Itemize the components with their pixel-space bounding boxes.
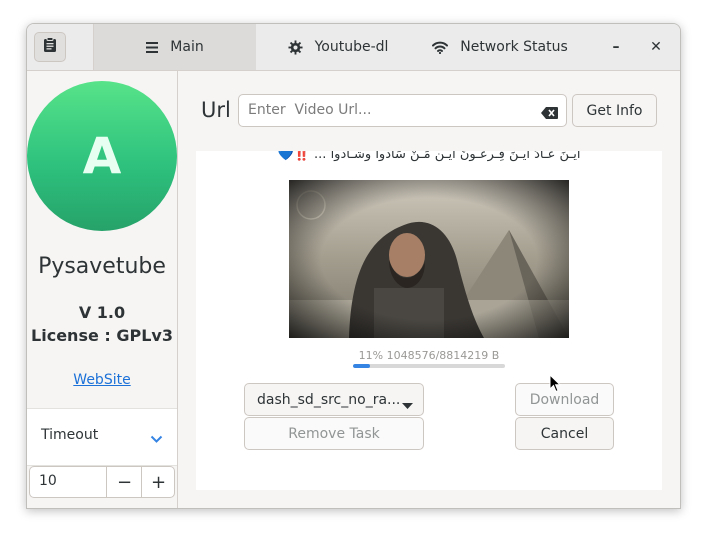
cancel-label: Cancel	[540, 425, 589, 442]
version-info: V 1.0 License : GPLv3	[27, 301, 177, 347]
video-thumbnail	[289, 180, 569, 338]
format-selected: dash_sd_src_no_ra...	[257, 391, 401, 408]
menu-icon	[146, 41, 159, 53]
get-info-button[interactable]: Get Info	[572, 94, 657, 127]
mouse-cursor-icon	[549, 373, 562, 397]
tab-youtube-dl[interactable]: Youtube-dl	[257, 24, 419, 70]
app-name: Pysavetube	[38, 254, 166, 279]
tab-label: Youtube-dl	[314, 39, 389, 55]
increment-button[interactable]: +	[141, 467, 175, 497]
clipboard-icon	[43, 37, 57, 57]
url-label: Url	[201, 98, 231, 122]
header-left	[27, 24, 94, 70]
plus-icon: +	[150, 471, 167, 493]
progress-bar	[353, 364, 505, 368]
decrement-button[interactable]: −	[106, 467, 142, 497]
cancel-button[interactable]: Cancel	[515, 417, 614, 450]
wifi-icon	[432, 41, 449, 54]
website-link[interactable]: WebSite	[27, 372, 177, 388]
minus-icon: −	[116, 471, 133, 493]
remove-task-button[interactable]: Remove Task	[244, 417, 424, 450]
download-label: Download	[529, 391, 600, 408]
timeout-spinbutton: 10 − +	[29, 466, 175, 498]
close-button[interactable]: ✕	[642, 33, 670, 61]
minimize-button[interactable]: –	[602, 33, 630, 61]
download-panel: ايـنَ عـادُ ايـنَ فِـرعَـونَ ايـن مَـنْ …	[196, 151, 662, 490]
url-input[interactable]	[246, 101, 530, 119]
tab-label: Network Status	[460, 39, 568, 55]
video-title: ايـنَ عـادُ ايـنَ فِـرعَـونَ ايـن مَـنْ …	[277, 151, 581, 162]
progress-text: 11% 1048576/8814219 B	[358, 349, 500, 362]
timeout-value[interactable]: 10	[39, 473, 57, 489]
format-dropdown[interactable]: dash_sd_src_no_ra...	[244, 383, 424, 416]
avatar: A	[27, 81, 177, 231]
minimize-icon: –	[612, 39, 620, 55]
dropdown-arrow-icon	[402, 397, 413, 413]
remove-task-label: Remove Task	[288, 425, 380, 442]
license-text: License : GPLv3	[31, 326, 173, 345]
progress-fill	[353, 364, 370, 368]
header-bar: Main Youtube-dl Network Status – ✕	[27, 24, 680, 71]
download-button[interactable]: Download	[515, 383, 614, 416]
app-window: Main Youtube-dl Network Status – ✕ A Pys…	[26, 23, 681, 509]
timeout-label: Timeout	[41, 427, 99, 443]
avatar-letter: A	[82, 127, 122, 185]
tab-network-status[interactable]: Network Status	[419, 24, 581, 70]
chevron-down-icon	[150, 429, 163, 448]
clipboard-button[interactable]	[34, 32, 66, 62]
gear-icon	[288, 39, 303, 55]
timeout-expander[interactable]: Timeout	[27, 408, 177, 466]
get-info-label: Get Info	[586, 102, 643, 119]
sidebar: A Pysavetube V 1.0 License : GPLv3 WebSi…	[27, 71, 178, 508]
tab-main[interactable]: Main	[94, 24, 256, 70]
clear-icon[interactable]	[541, 104, 558, 123]
url-field[interactable]	[238, 94, 567, 127]
tab-label: Main	[170, 39, 204, 55]
close-icon: ✕	[650, 39, 662, 55]
version-text: V 1.0	[78, 303, 126, 322]
